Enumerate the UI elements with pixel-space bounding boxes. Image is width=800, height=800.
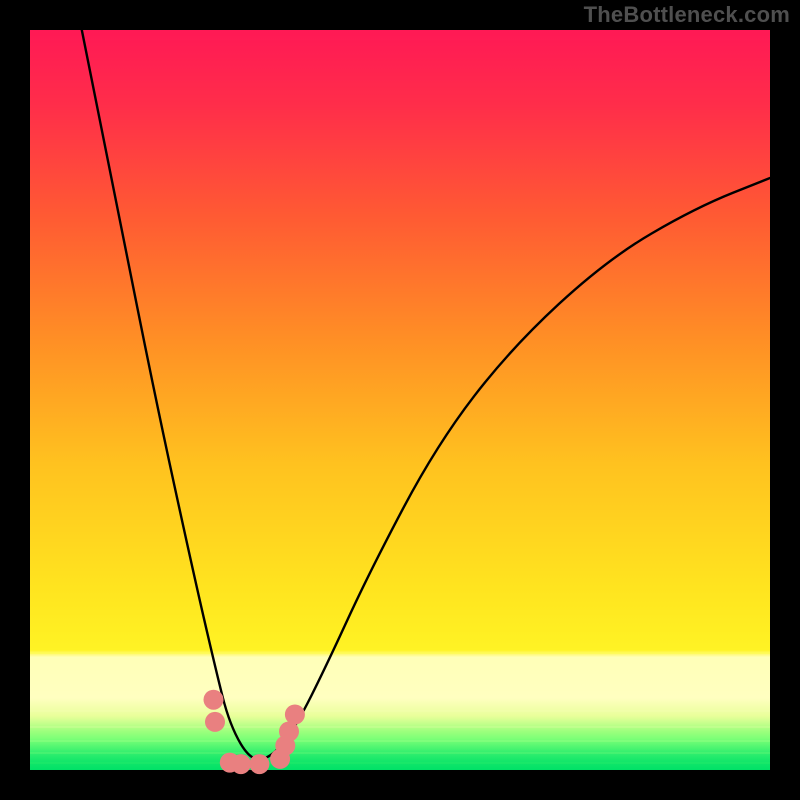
- attribution-label: TheBottleneck.com: [584, 2, 790, 28]
- gradient-background-upper: [30, 30, 770, 650]
- stripe: [30, 652, 770, 654]
- stripe: [30, 762, 770, 764]
- stripe: [30, 726, 770, 728]
- marker-dot: [204, 690, 224, 710]
- marker-dot: [205, 712, 225, 732]
- stripe: [30, 740, 770, 742]
- marker-dot: [279, 722, 299, 742]
- plot-area: [30, 30, 770, 774]
- chart-svg: [0, 0, 800, 800]
- stripe: [30, 710, 770, 712]
- chart-frame: TheBottleneck.com: [0, 0, 800, 800]
- stripe: [30, 752, 770, 754]
- marker-dot: [285, 705, 305, 725]
- marker-dot: [231, 754, 251, 774]
- marker-dot: [249, 754, 269, 774]
